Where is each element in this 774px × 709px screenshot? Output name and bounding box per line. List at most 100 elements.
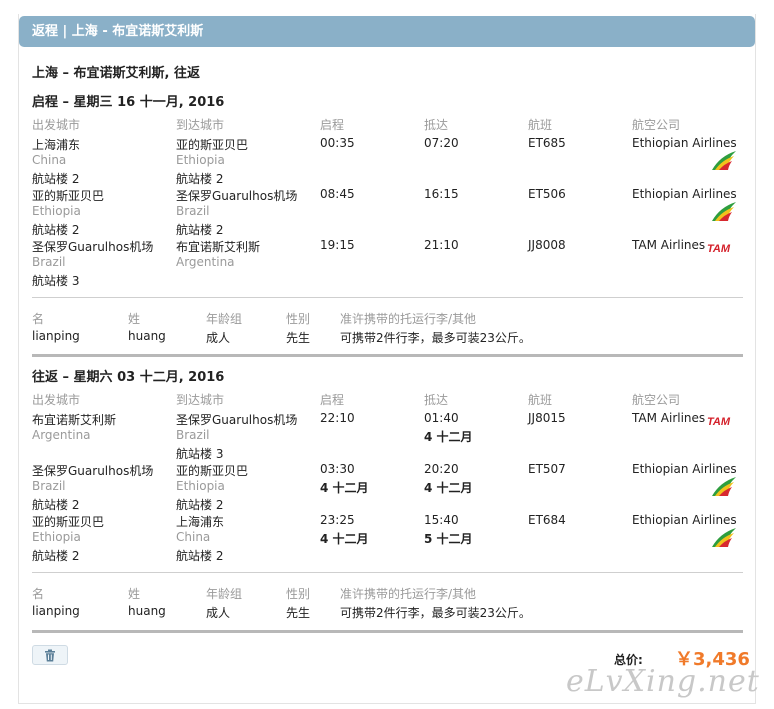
- from-terminal: 航站楼 2: [32, 223, 80, 237]
- to-country: Brazil: [176, 428, 210, 442]
- divider: [32, 572, 743, 573]
- svg-text:TAM: TAM: [707, 243, 731, 255]
- pax-baggage: 可携带2件行李，最多可装23公斤。: [340, 331, 531, 345]
- arrive-time: 01:40: [424, 411, 459, 425]
- total-label: 总价:: [614, 653, 643, 667]
- airline-name: Ethiopian Airlines: [632, 513, 737, 527]
- pax-col-last: 姓: [128, 312, 141, 326]
- from-city: 亚的斯亚贝巴: [32, 189, 105, 203]
- col-depart: 启程: [320, 118, 345, 132]
- flight-number: ET684: [528, 513, 566, 527]
- col-from: 出发城市: [32, 118, 81, 132]
- col-from: 出发城市: [32, 393, 81, 407]
- from-terminal: 航站楼 2: [32, 498, 80, 512]
- tam-logo-icon: TAM: [707, 416, 731, 428]
- pax-col-baggage: 准许携带的托运行李/其他: [340, 587, 477, 601]
- ethiopian-logo-icon: [712, 202, 736, 221]
- airline-name: Ethiopian Airlines: [632, 462, 737, 476]
- flight-number: JJ8015: [528, 411, 566, 425]
- col-airline: 航空公司: [632, 118, 681, 132]
- pax-last-name: huang: [128, 604, 166, 618]
- arrive-time: 15:40: [424, 513, 459, 527]
- col-depart: 启程: [320, 393, 345, 407]
- from-country: Brazil: [32, 255, 66, 269]
- to-city: 圣保罗Guarulhos机场: [176, 189, 298, 203]
- pax-first-name: lianping: [32, 604, 80, 618]
- to-city: 上海浦东: [176, 515, 225, 529]
- from-country: Ethiopia: [32, 530, 81, 544]
- col-flight: 航班: [528, 118, 553, 132]
- pax-col-first: 名: [32, 312, 45, 326]
- from-city: 布宜诺斯艾利斯: [32, 413, 117, 427]
- from-city: 圣保罗Guarulhos机场: [32, 464, 154, 478]
- tam-logo-icon: TAM: [707, 243, 731, 255]
- flight-number: ET685: [528, 136, 566, 150]
- pax-col-gender: 性别: [286, 312, 311, 326]
- depart-time: 08:45: [320, 187, 355, 201]
- arrive-time: 16:15: [424, 187, 459, 201]
- to-terminal: 航站楼 3: [176, 447, 224, 461]
- to-country: Ethiopia: [176, 479, 225, 493]
- from-city: 圣保罗Guarulhos机场: [32, 240, 154, 254]
- pax-col-last: 姓: [128, 587, 141, 601]
- airline-name: Ethiopian Airlines: [632, 136, 737, 150]
- pax-col-age: 年龄组: [206, 312, 243, 326]
- col-flight: 航班: [528, 393, 553, 407]
- depart-time: 23:25: [320, 513, 355, 527]
- to-country: Argentina: [176, 255, 235, 269]
- pax-col-baggage: 准许携带的托运行李/其他: [340, 312, 477, 326]
- depart-time: 03:30: [320, 462, 355, 476]
- svg-text:TAM: TAM: [707, 416, 731, 428]
- flight-number: ET507: [528, 462, 566, 476]
- pax-age-group: 成人: [206, 606, 231, 620]
- col-airline: 航空公司: [632, 393, 681, 407]
- col-to: 到达城市: [176, 118, 225, 132]
- pax-first-name: lianping: [32, 329, 80, 343]
- depart-time: 22:10: [320, 411, 355, 425]
- to-country: Ethiopia: [176, 153, 225, 167]
- section-divider: [32, 630, 743, 633]
- pax-col-first: 名: [32, 587, 45, 601]
- to-city: 布宜诺斯艾利斯: [176, 240, 261, 254]
- arrive-time: 20:20: [424, 462, 459, 476]
- delete-button[interactable]: [32, 645, 68, 665]
- pax-last-name: huang: [128, 329, 166, 343]
- to-country: China: [176, 530, 211, 544]
- to-terminal: 航站楼 2: [176, 498, 224, 512]
- depart-date: 4 十二月: [320, 481, 369, 495]
- from-country: Argentina: [32, 428, 91, 442]
- from-terminal: 航站楼 2: [32, 172, 80, 186]
- to-city: 亚的斯亚贝巴: [176, 464, 249, 478]
- pax-age-group: 成人: [206, 331, 231, 345]
- depart-time: 19:15: [320, 238, 355, 252]
- arrive-time: 07:20: [424, 136, 459, 150]
- ethiopian-logo-icon: [712, 477, 736, 496]
- arrive-date: 5 十二月: [424, 532, 473, 546]
- from-city: 上海浦东: [32, 138, 81, 152]
- pax-gender: 先生: [286, 331, 311, 345]
- to-city: 圣保罗Guarulhos机场: [176, 413, 298, 427]
- col-arrive: 抵达: [424, 118, 449, 132]
- section-divider: [32, 354, 743, 357]
- pax-baggage: 可携带2件行李，最多可装23公斤。: [340, 606, 531, 620]
- to-country: Brazil: [176, 204, 210, 218]
- pax-gender: 先生: [286, 606, 311, 620]
- from-city: 亚的斯亚贝巴: [32, 515, 105, 529]
- depart-date: 4 十二月: [320, 532, 369, 546]
- airline-name: TAM Airlines: [632, 238, 706, 252]
- arrive-time: 21:10: [424, 238, 459, 252]
- pax-col-gender: 性别: [286, 587, 311, 601]
- to-city: 亚的斯亚贝巴: [176, 138, 249, 152]
- from-terminal: 航站楼 3: [32, 274, 80, 288]
- ethiopian-logo-icon: [712, 528, 736, 547]
- route-title: 上海 – 布宜诺斯艾利斯, 往返: [32, 66, 201, 81]
- airline-name: Ethiopian Airlines: [632, 187, 737, 201]
- section-header: 返程 | 上海 - 布宜诺斯艾利斯: [19, 16, 755, 47]
- to-terminal: 航站楼 2: [176, 223, 224, 237]
- airline-name: TAM Airlines: [632, 411, 706, 425]
- pax-col-age: 年龄组: [206, 587, 243, 601]
- outbound-title: 启程 – 星期三 16 十一月, 2016: [32, 95, 225, 110]
- arrive-date: 4 十二月: [424, 481, 473, 495]
- ethiopian-logo-icon: [712, 151, 736, 170]
- to-terminal: 航站楼 2: [176, 172, 224, 186]
